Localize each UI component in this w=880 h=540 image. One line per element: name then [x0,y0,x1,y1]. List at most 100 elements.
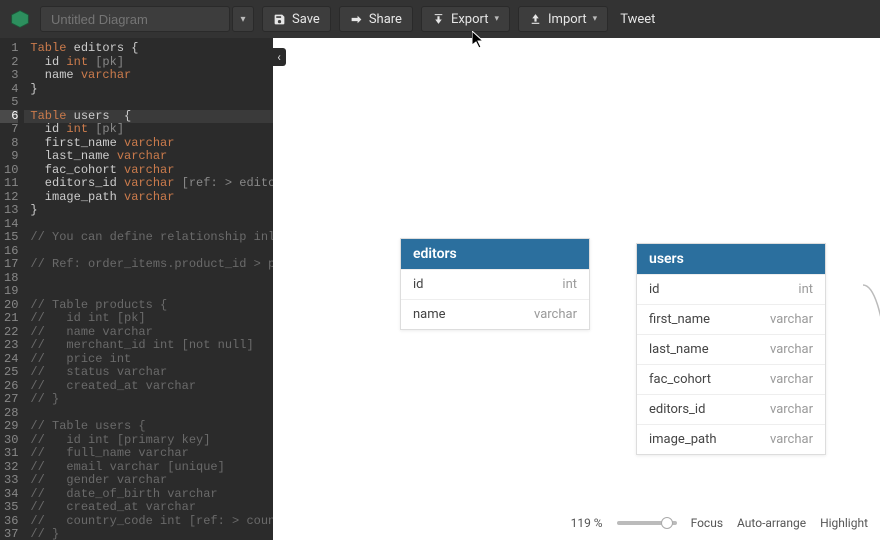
line-number: 5 [4,96,18,110]
code-line[interactable]: // date_of_birth varchar [24,488,273,502]
main: 1234567891011121314151617181920212223242… [0,38,880,540]
code-area[interactable]: Table editors { id int [pk] name varchar… [24,38,273,540]
code-line[interactable]: // country_code int [ref: > countri [24,515,273,529]
line-number: 16 [4,245,18,259]
code-line[interactable]: // id int [pk] [24,312,273,326]
line-number: 36 [4,515,18,529]
code-line[interactable]: // full_name varchar [24,447,273,461]
line-number: 12 [4,191,18,205]
column-name: id [649,282,660,297]
code-line[interactable]: } [24,83,273,97]
zoom-level: 119 % [571,516,603,530]
line-number: 9 [4,150,18,164]
line-number: 15 [4,231,18,245]
code-line[interactable]: image_path varchar [24,191,273,205]
chevron-down-icon: ▾ [494,14,499,24]
export-button[interactable]: Export ▾ [421,6,510,32]
code-line[interactable]: // Ref: order_items.product_id > prod [24,258,273,272]
chevron-down-icon: ▾ [593,14,598,24]
code-line[interactable]: Table editors { [24,42,273,56]
code-line[interactable]: Table users { [24,110,273,124]
diagram-title-input[interactable] [40,6,230,32]
code-line[interactable]: // } [24,393,273,407]
line-number: 8 [4,137,18,151]
column-type: varchar [770,312,813,327]
line-number: 19 [4,285,18,299]
code-line[interactable] [24,245,273,259]
upload-icon [529,13,542,26]
zoom-knob[interactable] [661,517,673,529]
line-number: 24 [4,353,18,367]
title-dropdown-button[interactable]: ▾ [232,6,254,32]
code-line[interactable]: id int [pk] [24,123,273,137]
code-line[interactable]: } [24,204,273,218]
code-line[interactable]: // status varchar [24,366,273,380]
focus-button[interactable]: Focus [691,516,723,530]
table-header[interactable]: editors [401,239,589,269]
line-number: 22 [4,326,18,340]
table-column[interactable]: image_pathvarchar [637,424,825,454]
column-type: int [562,277,577,292]
line-number: 28 [4,407,18,421]
table-column[interactable]: namevarchar [401,299,589,329]
code-line[interactable]: // created_at varchar [24,380,273,394]
share-button[interactable]: Share [339,6,413,32]
code-line[interactable]: // gender varchar [24,474,273,488]
code-line[interactable] [24,218,273,232]
line-number: 4 [4,83,18,97]
collapse-editor-button[interactable]: ‹ [272,48,286,66]
line-number: 2 [4,56,18,70]
table-column[interactable]: idint [401,269,589,299]
highlight-button[interactable]: Highlight [820,516,868,530]
code-line[interactable]: first_name varchar [24,137,273,151]
code-line[interactable]: // You can define relationship inline [24,231,273,245]
save-button[interactable]: Save [262,6,331,32]
tweet-link[interactable]: Tweet [620,12,655,27]
code-editor[interactable]: 1234567891011121314151617181920212223242… [0,38,273,540]
column-name: image_path [649,432,716,447]
code-line[interactable]: id int [pk] [24,56,273,70]
table-users[interactable]: usersidintfirst_namevarcharlast_namevarc… [636,243,826,455]
zoom-slider[interactable] [617,521,677,525]
code-line[interactable]: // price int [24,353,273,367]
toolbar: ▾ Save Share Export ▾ Import ▾ Tweet [0,0,880,38]
column-name: fac_cohort [649,372,711,387]
auto-arrange-button[interactable]: Auto-arrange [737,516,806,530]
code-line[interactable]: // created_at varchar [24,501,273,515]
table-column[interactable]: fac_cohortvarchar [637,364,825,394]
line-number: 17 [4,258,18,272]
code-line[interactable]: // merchant_id int [not null] [24,339,273,353]
code-line[interactable]: // id int [primary key] [24,434,273,448]
code-line[interactable] [24,272,273,286]
line-number: 20 [4,299,18,313]
line-number: 1 [4,42,18,56]
code-line[interactable]: // email varchar [unique] [24,461,273,475]
code-line[interactable] [24,407,273,421]
table-editors[interactable]: editorsidintnamevarchar [400,238,590,330]
import-button[interactable]: Import ▾ [518,6,608,32]
code-line[interactable]: // name varchar [24,326,273,340]
table-column[interactable]: first_namevarchar [637,304,825,334]
column-type: varchar [770,402,813,417]
diagram-canvas[interactable]: 119 % Focus Auto-arrange Highlight edito… [273,38,880,540]
code-line[interactable]: name varchar [24,69,273,83]
table-header[interactable]: users [637,244,825,274]
column-name: name [413,307,446,322]
table-column[interactable]: editors_idvarchar [637,394,825,424]
column-name: last_name [649,342,709,357]
line-number: 18 [4,272,18,286]
line-number: 6 [0,110,18,124]
code-line[interactable] [24,96,273,110]
line-number: 27 [4,393,18,407]
code-line[interactable]: // Table users { [24,420,273,434]
code-line[interactable]: fac_cohort varchar [24,164,273,178]
table-column[interactable]: idint [637,274,825,304]
code-line[interactable]: editors_id varchar [ref: > editors. [24,177,273,191]
line-number: 30 [4,434,18,448]
table-column[interactable]: last_namevarchar [637,334,825,364]
code-line[interactable]: last_name varchar [24,150,273,164]
code-line[interactable]: // Table products { [24,299,273,313]
code-line[interactable]: // } [24,528,273,540]
line-number: 25 [4,366,18,380]
code-line[interactable] [24,285,273,299]
